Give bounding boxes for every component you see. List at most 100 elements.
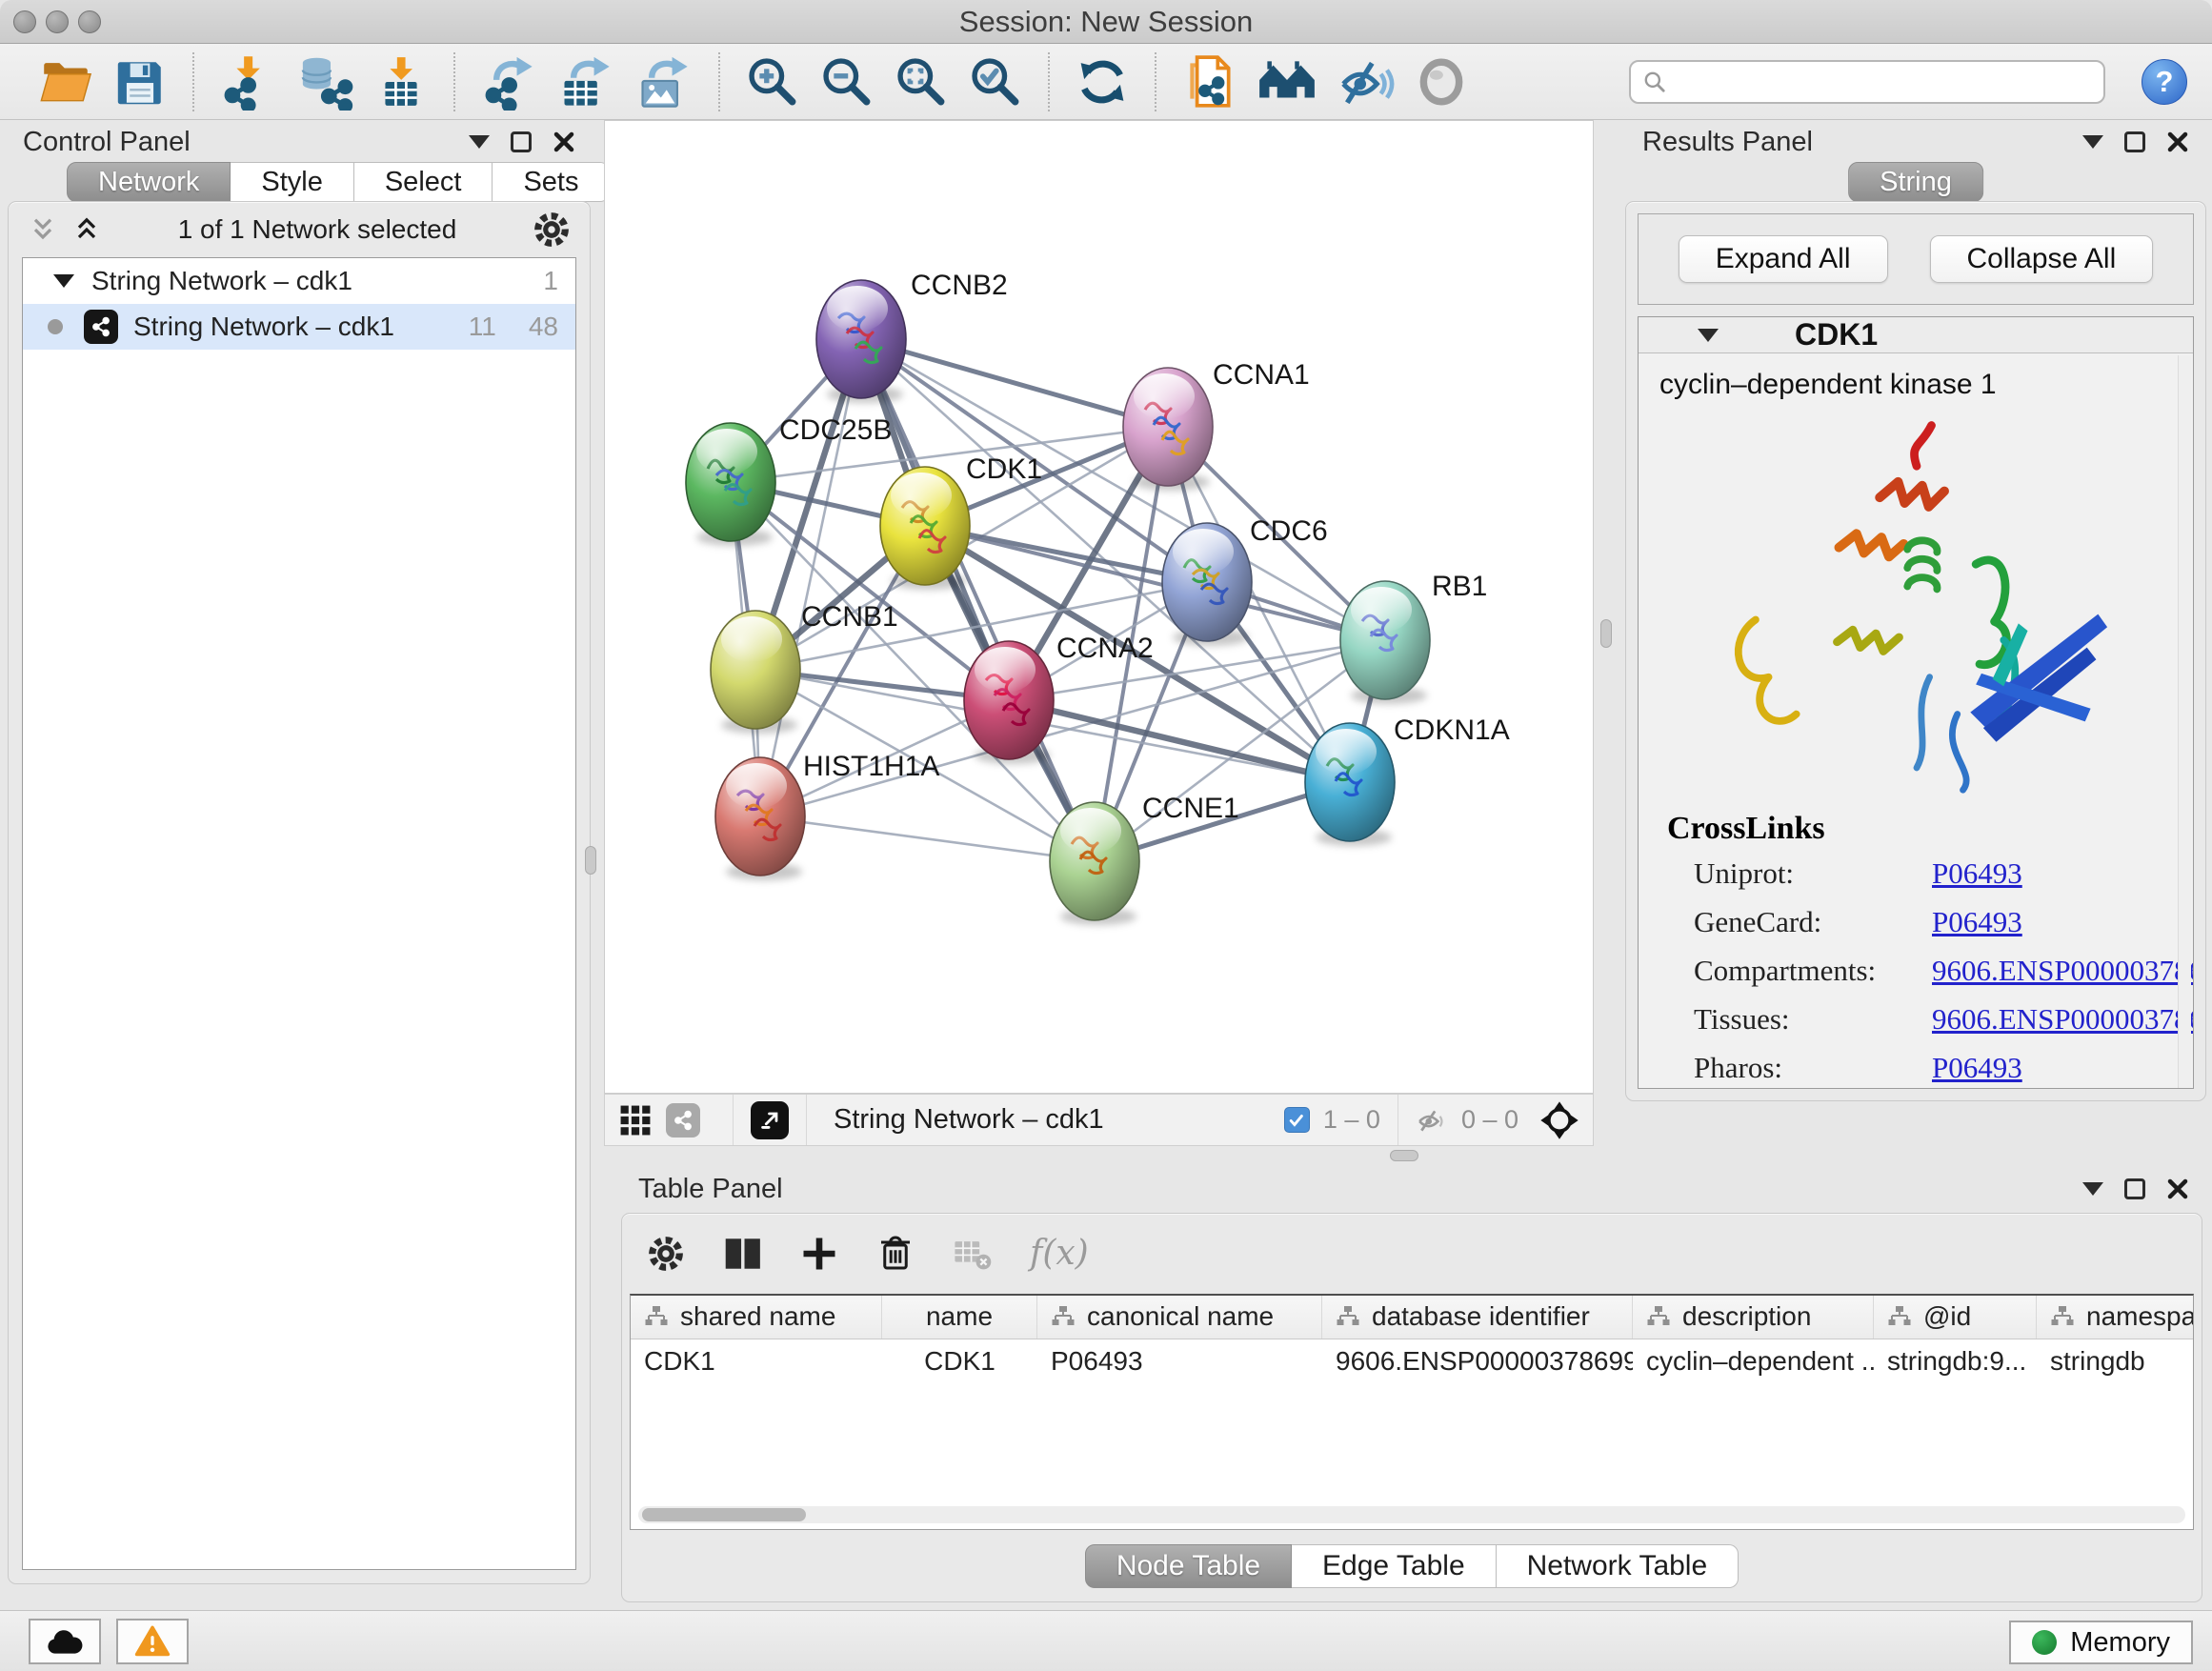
tab-network[interactable]: Network	[67, 162, 231, 202]
table-cell-id[interactable]: stringdb:9...	[1874, 1339, 2037, 1383]
tab-select[interactable]: Select	[354, 162, 493, 202]
float-panel-icon[interactable]	[2124, 1178, 2145, 1199]
network-row-selected[interactable]: String Network – cdk1 11 48	[23, 304, 575, 350]
expand-all-icon[interactable]	[71, 214, 102, 245]
zoom-out-button[interactable]	[819, 54, 875, 110]
scrollbar-thumb[interactable]	[642, 1508, 806, 1521]
import-table-button[interactable]	[373, 53, 429, 111]
collapse-panel-icon[interactable]	[2082, 1182, 2103, 1196]
crosslink-link-genecard[interactable]: P06493	[1932, 905, 2194, 939]
export-image-button[interactable]	[634, 53, 694, 111]
refresh-button[interactable]	[1075, 54, 1130, 110]
detach-view-icon[interactable]	[751, 1101, 789, 1139]
crosslink-link-uniprot[interactable]: P06493	[1932, 856, 2194, 891]
network-edge[interactable]	[861, 339, 1095, 861]
table-cell-shared-name[interactable]: CDK1	[631, 1339, 882, 1383]
expand-all-button[interactable]: Expand All	[1679, 235, 1888, 283]
collapse-all-button[interactable]: Collapse All	[1930, 235, 2154, 283]
show-home-button[interactable]	[1256, 55, 1318, 109]
close-panel-icon[interactable]	[2166, 131, 2189, 153]
gene-card-header[interactable]: CDK1	[1639, 317, 2193, 353]
network-canvas[interactable]: CCNB2CCNA1CDC25BCDK1CDC6RB1CCNB1CCNA2CDK…	[604, 120, 1594, 1094]
column-header-namespac[interactable]: namespac	[2037, 1296, 2193, 1339]
network-thumbnail-icon[interactable]	[666, 1103, 700, 1137]
gear-icon[interactable]	[533, 211, 571, 249]
save-session-button[interactable]	[112, 54, 168, 110]
splitter-handle[interactable]	[1600, 619, 1612, 648]
float-panel-icon[interactable]	[511, 131, 532, 152]
crosslink-link-tissues[interactable]: 9606.ENSP00000378699	[1932, 1002, 2194, 1037]
results-scrollbar[interactable]	[2178, 355, 2191, 1089]
hidden-eye-icon[interactable]	[1416, 1106, 1448, 1135]
zoom-selected-button[interactable]	[968, 54, 1023, 110]
tab-node-table[interactable]: Node Table	[1085, 1544, 1292, 1588]
table-cell-description[interactable]: cyclin–dependent ...	[1633, 1339, 1874, 1383]
splitter-handle[interactable]	[585, 846, 596, 875]
network-collection-row[interactable]: String Network – cdk1 1	[23, 258, 575, 304]
collapse-panel-icon[interactable]	[2082, 135, 2103, 149]
crosslink-label: Tissues:	[1694, 1002, 1932, 1037]
hide-details-button[interactable]	[1337, 54, 1395, 110]
node-label: CCNA1	[1213, 359, 1310, 391]
crosslink-link-compartments[interactable]: 9606.ENSP00000378699	[1932, 954, 2194, 988]
column-header-database-identifier[interactable]: database identifier	[1322, 1296, 1633, 1339]
splitter-handle[interactable]	[1390, 1150, 1418, 1161]
search-input[interactable]	[1677, 67, 2092, 96]
close-panel-icon[interactable]	[2166, 1178, 2189, 1200]
gear-icon[interactable]	[647, 1235, 685, 1273]
zoom-in-button[interactable]	[745, 54, 800, 110]
tab-network-table[interactable]: Network Table	[1497, 1544, 1739, 1588]
network-edge[interactable]	[760, 339, 861, 816]
show-columns-icon[interactable]	[721, 1233, 763, 1275]
table-row[interactable]: CDK1CDK1P064939606.ENSP00000378699cyclin…	[631, 1339, 2193, 1383]
close-panel-icon[interactable]	[553, 131, 575, 153]
table-cell-database-identifier[interactable]: 9606.ENSP00000378699	[1322, 1339, 1633, 1383]
network-edge[interactable]	[760, 816, 1095, 861]
column-header-canonical-name[interactable]: canonical name	[1037, 1296, 1322, 1339]
crosshair-icon[interactable]	[1539, 1100, 1579, 1140]
float-panel-icon[interactable]	[2124, 131, 2145, 152]
memory-button[interactable]: Memory	[2009, 1621, 2193, 1664]
help-button[interactable]: ?	[2142, 59, 2187, 105]
zoom-fit-button[interactable]	[894, 54, 949, 110]
collapse-all-icon[interactable]	[28, 214, 58, 245]
tab-string[interactable]: String	[1848, 162, 1983, 202]
import-network-file-button[interactable]	[219, 53, 276, 111]
warning-button[interactable]	[116, 1619, 189, 1664]
crosslink-link-pharos[interactable]: P06493	[1932, 1051, 2194, 1085]
results-panel-title: Results Panel	[1642, 127, 1813, 158]
selected-checkbox-icon[interactable]	[1284, 1107, 1310, 1133]
network-edge[interactable]	[861, 339, 1168, 427]
grid-view-icon[interactable]	[618, 1103, 653, 1137]
export-table-icon	[556, 53, 615, 111]
table-cell-namespac[interactable]: stringdb	[2037, 1339, 2193, 1383]
show-details-button[interactable]	[1414, 54, 1469, 110]
column-header-id[interactable]: @id	[1874, 1296, 2037, 1339]
add-column-icon[interactable]	[799, 1234, 839, 1274]
delete-column-icon[interactable]	[875, 1234, 915, 1274]
search-area: ?	[1629, 59, 2187, 105]
horizontal-scrollbar[interactable]	[638, 1506, 2185, 1523]
import-network-icon	[219, 53, 276, 111]
tab-style[interactable]: Style	[231, 162, 353, 202]
results-button-row: Expand All Collapse All	[1638, 213, 2194, 305]
import-network-database-button[interactable]	[295, 53, 354, 111]
export-network-button[interactable]	[480, 53, 537, 111]
cloud-button[interactable]	[29, 1619, 101, 1664]
open-session-button[interactable]	[38, 54, 93, 110]
tab-sets[interactable]: Sets	[493, 162, 610, 202]
column-header-name[interactable]: name	[882, 1296, 1037, 1339]
collapse-panel-icon[interactable]	[469, 135, 490, 149]
table-cell-name[interactable]: CDK1	[882, 1339, 1037, 1383]
tab-edge-table[interactable]: Edge Table	[1292, 1544, 1497, 1588]
column-header-description[interactable]: description	[1633, 1296, 1874, 1339]
zoom-selected-icon	[968, 54, 1023, 110]
table-cell-canonical-name[interactable]: P06493	[1037, 1339, 1322, 1383]
export-table-button[interactable]	[556, 53, 615, 111]
collapse-section-icon[interactable]	[1698, 329, 1719, 342]
search-box[interactable]	[1629, 60, 2105, 104]
clone-network-button[interactable]	[1181, 52, 1237, 111]
column-header-shared-name[interactable]: shared name	[631, 1296, 882, 1339]
clone-network-icon	[1181, 52, 1237, 111]
tree-expand-icon[interactable]	[53, 274, 74, 288]
